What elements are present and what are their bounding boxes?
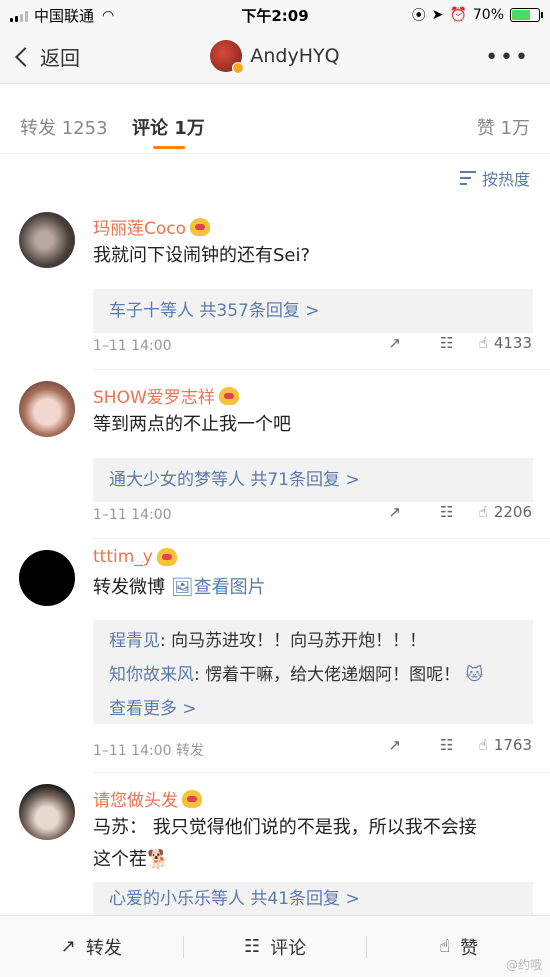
comment-text: 我就问下设闹钟的还有Sei?: [93, 245, 311, 266]
verified-badge-icon: [232, 62, 245, 74]
location-icon: ➤: [431, 7, 444, 23]
like-button[interactable]: ☝ 2206: [479, 503, 532, 521]
avatar[interactable]: [19, 212, 75, 268]
reply-author[interactable]: 程青见: [109, 631, 160, 651]
thumbs-up-icon: ☝: [478, 736, 488, 754]
reply-icon[interactable]: ☷: [421, 503, 473, 521]
comment-text: 转发微博 🖼查看图片: [93, 572, 533, 604]
reply-text: : 向马苏进攻！！向马苏开炮！！！: [160, 631, 427, 651]
watermark: @约哦: [505, 958, 542, 972]
cat-emoji-icon: 🐱: [465, 665, 484, 685]
replies-preview[interactable]: 程青见: 向马苏进攻！！向马苏开炮！！！ 知你故来风: 愣着干嘛，给大佬递烟阿！…: [93, 620, 533, 724]
replies-summary-link[interactable]: 心爱的小乐乐等人 共41条回复 >: [93, 882, 533, 916]
comment-label: 评论: [270, 937, 307, 959]
sort-label: 按热度: [481, 170, 530, 189]
commenter-name[interactable]: SHOW爱罗志祥: [93, 383, 239, 408]
page-title: AndyHYQ: [250, 45, 340, 67]
thumbs-up-icon: ☝: [439, 936, 451, 957]
lock-rotation-icon: ⦿: [411, 8, 426, 24]
comment-time: 1–11 14:00: [93, 338, 172, 354]
replies-summary-link[interactable]: 车子十等人 共357条回复 >: [93, 289, 533, 333]
nav-bar: 返回 AndyHYQ •••: [0, 30, 550, 84]
reply-line: 知你故来风: 愣着干嘛，给大佬递烟阿！图呢！ 🐱: [109, 658, 517, 692]
sort-by-popularity-button[interactable]: 按热度: [459, 166, 530, 190]
battery-percent: 70%: [472, 7, 504, 23]
comment-via: 转发: [175, 743, 204, 759]
comment-time: 1–11 14:00: [93, 507, 172, 523]
tab-bar: 转发 1253 评论 1万 赞 1万: [0, 96, 550, 154]
comment-time: 1–11 14:00: [93, 743, 172, 759]
like-button[interactable]: ☝ 1763: [479, 736, 532, 754]
commenter-name-text: SHOW爱罗志祥: [93, 388, 215, 408]
active-tab-indicator: [153, 146, 185, 149]
comment-text-line: 这个茬🐕: [93, 844, 533, 876]
share-icon[interactable]: ↗: [369, 736, 421, 754]
bottom-action-bar: ↗ 转发 ☷ 评论 ☝ 赞 @约哦: [0, 915, 550, 977]
more-options-button[interactable]: •••: [485, 45, 530, 70]
repost-label: 转发: [85, 937, 122, 959]
comment-text-body: 转发微博: [93, 577, 165, 598]
author-avatar[interactable]: [210, 40, 245, 74]
like-count: 4133: [493, 334, 532, 352]
repost-button[interactable]: ↗ 转发: [0, 934, 183, 960]
reply-icon[interactable]: ☷: [421, 736, 473, 754]
avatar[interactable]: [19, 784, 75, 840]
comment-button[interactable]: ☷ 评论: [184, 934, 367, 960]
comment-text: 马苏： 我只觉得他们说的不是我，所以我不会接 这个茬🐕: [93, 812, 533, 876]
fan-badge-icon: [182, 789, 202, 808]
share-icon[interactable]: ↗: [369, 334, 421, 352]
avatar[interactable]: [19, 550, 75, 606]
fan-badge-icon: [190, 217, 211, 236]
like-label: 赞: [460, 937, 479, 959]
commenter-name-text: 玛丽莲Coco: [93, 219, 187, 239]
like-button[interactable]: ☝ 4133: [479, 334, 532, 352]
view-image-link[interactable]: 🖼查看图片: [171, 577, 266, 598]
repost-icon: ↗: [60, 936, 76, 957]
divider: [93, 772, 550, 773]
comment-meta: 1–11 14:00 转发: [93, 740, 204, 760]
tab-reposts[interactable]: 转发 1253: [20, 114, 108, 140]
divider: [93, 538, 550, 539]
view-image-label: 查看图片: [193, 577, 266, 598]
comment-text: 等到两点的不止我一个吧: [93, 414, 291, 435]
commenter-name[interactable]: tttim_y: [93, 547, 177, 567]
view-more-link[interactable]: 查看更多 >: [109, 692, 517, 726]
comment-text-line: 马苏： 我只觉得他们说的不是我，所以我不会接: [93, 817, 477, 838]
commenter-name-text: 请您做头发: [93, 791, 178, 811]
thumbs-up-icon: ☝: [478, 503, 488, 521]
thumbs-up-icon: ☝: [478, 334, 488, 352]
status-bar: 中国联通 ◠ 下午2:09 ⦿ ➤ ⏰ 70%: [0, 0, 550, 30]
doge-emoji-icon: 🐕: [147, 849, 170, 870]
alarm-icon: ⏰: [449, 7, 467, 23]
share-icon[interactable]: ↗: [369, 503, 421, 521]
fan-badge-icon: [156, 548, 177, 566]
replies-summary-text: 心爱的小乐乐等人 共41条回复 >: [109, 889, 360, 909]
battery-icon: [510, 8, 543, 22]
image-icon: 🖼: [170, 577, 194, 598]
tab-likes[interactable]: 赞 1万: [477, 114, 530, 140]
comment-icon: ☷: [243, 936, 261, 957]
comment-text-line2: 这个茬: [93, 849, 147, 870]
divider: [93, 369, 550, 370]
reply-icon[interactable]: ☷: [421, 334, 473, 352]
commenter-name[interactable]: 请您做头发: [93, 786, 202, 811]
reply-line: 程青见: 向马苏进攻！！向马苏开炮！！！: [109, 624, 517, 658]
reply-text: : 愣着干嘛，给大佬递烟阿！图呢！: [194, 665, 461, 685]
sort-icon: [459, 171, 476, 185]
fan-badge-icon: [218, 386, 239, 405]
replies-summary-link[interactable]: 通大少女的梦等人 共71条回复 >: [93, 458, 533, 502]
avatar[interactable]: [19, 381, 75, 437]
replies-summary-text: 车子十等人 共357条回复 >: [109, 301, 320, 321]
reply-author[interactable]: 知你故来风: [109, 665, 194, 685]
like-count: 1763: [493, 736, 532, 754]
replies-summary-text: 通大少女的梦等人 共71条回复 >: [109, 470, 360, 490]
like-count: 2206: [493, 503, 532, 521]
commenter-name[interactable]: 玛丽莲Coco: [93, 214, 211, 239]
commenter-name-text: tttim_y: [93, 547, 153, 567]
